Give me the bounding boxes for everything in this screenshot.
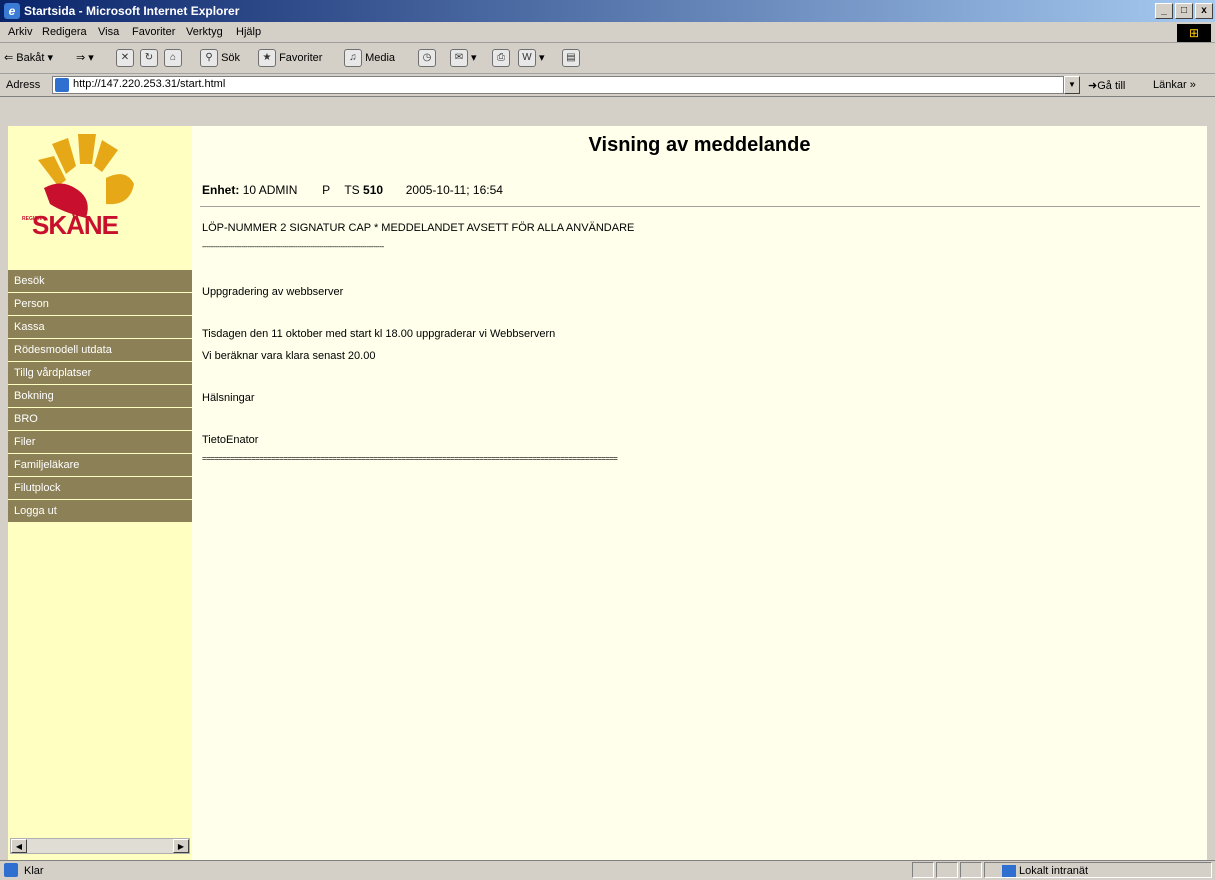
page-done-icon [4,863,18,877]
nav-item-filutplock[interactable]: Filutplock [8,477,192,499]
enhet-value: 10 ADMIN [242,183,298,197]
window-title: Startsida - Microsoft Internet Explorer [24,4,240,18]
forward-arrow-icon: ⇒ [76,52,86,64]
enhet-label: Enhet: [202,183,240,197]
nav-item-bokning[interactable]: Bokning [8,385,192,407]
menu-visa[interactable]: Visa [98,26,119,38]
discuss-icon: ▤ [562,49,580,68]
nav-item-logga-ut[interactable]: Logga ut [8,500,192,522]
page-title: Visning av meddelande [588,134,811,156]
mail-icon: ✉ [450,49,468,68]
back-arrow-icon: ⇐ [4,52,14,64]
region-skane-logo: REGION SKÅNE [22,130,152,240]
message-header-line: LÖP-NUMMER 2 SIGNATUR CAP * MEDDELANDET … [202,222,635,234]
nav-item-filer[interactable]: Filer [8,431,192,453]
address-label: Adress [6,79,41,91]
status-text: Klar [24,865,44,877]
chevron-down-icon: ▼ [1068,80,1076,89]
forward-button[interactable]: ⇒ ▾ [76,49,94,67]
page-content: REGION SKÅNE Besök Person Kassa Rödesmod… [8,126,1207,860]
status-pane [912,862,934,878]
zone-indicator: Lokalt intranät [1002,865,1088,878]
sidebar-horizontal-scrollbar[interactable]: ◀ ▶ [10,838,190,854]
intranet-icon [1002,865,1016,878]
media-button[interactable]: ♫ Media [344,49,395,68]
home-icon: ⌂ [164,49,182,68]
arrow-left-icon: ◀ [15,842,23,851]
dash-separator-long: ========================================… [202,454,618,463]
status-pane [960,862,982,878]
scroll-left-button[interactable]: ◀ [11,839,27,853]
favorites-icon: ★ [258,49,276,68]
dash-separator-short: ----------------------------------------… [202,242,384,251]
header-divider [200,206,1200,207]
menu-arkiv[interactable]: Arkiv [8,26,32,38]
page-icon [55,78,69,92]
windows-logo-icon: ⊞ [1177,24,1211,42]
menu-hjalp[interactable]: Hjälp [236,26,261,38]
nav-item-rodesmodell-utdata[interactable]: Rödesmodell utdata [8,339,192,361]
sidebar-nav: Besök Person Kassa Rödesmodell utdata Ti… [8,270,192,523]
ie-logo-icon: e [4,3,20,19]
print-icon: ⎙ [492,49,510,68]
arrow-right-icon: ▶ [177,842,185,851]
search-icon: ⚲ [200,49,218,68]
message-datetime: 2005-10-11; 16:54 [405,183,503,197]
nav-item-kassa[interactable]: Kassa [8,316,192,338]
stop-button[interactable]: ✕ [116,49,134,68]
ts-label: TS [344,183,360,197]
go-arrow-icon: ➜ [1088,80,1098,92]
toolbar: ⇐ Bakåt ▾ ⇒ ▾ ✕ ↻ ⌂ ⚲ Sök ★ Favoriter ♫ … [0,43,1215,74]
menu-bar: Arkiv Redigera Visa Favoriter Verktyg Hj… [0,22,1215,43]
history-icon: ◷ [418,49,436,68]
refresh-button[interactable]: ↻ [140,49,158,68]
status-pane [936,862,958,878]
maximize-button[interactable]: □ [1175,3,1193,19]
nav-item-besok[interactable]: Besök [8,270,192,292]
address-dropdown-button[interactable]: ▼ [1064,76,1080,94]
media-icon: ♫ [344,49,362,68]
discuss-button[interactable]: ▤ [562,49,580,68]
address-bar: Adress http://147.220.253.31/start.html … [0,74,1215,97]
status-bar: Klar Lokalt intranät [0,860,1215,880]
message-info-line: Enhet: 10 ADMIN P TS 510 2005-10-11; 16:… [202,183,503,197]
nav-item-tillg-vardplatser[interactable]: Tillg vårdplatser [8,362,192,384]
message-body-line-2: Vi beräknar vara klara senast 20.00 [202,350,376,362]
nav-item-person[interactable]: Person [8,293,192,315]
nav-item-familjelakare[interactable]: Familjeläkare [8,454,192,476]
refresh-icon: ↻ [140,49,158,68]
menu-verktyg[interactable]: Verktyg [186,26,223,38]
message-signature: TietoEnator [202,434,259,446]
minimize-button[interactable]: _ [1155,3,1173,19]
message-view: Visning av meddelande Enhet: 10 ADMIN P … [192,126,1207,860]
sidebar: REGION SKÅNE Besök Person Kassa Rödesmod… [8,126,192,860]
links-button[interactable]: Länkar » [1153,79,1196,91]
edit-button[interactable]: W ▾ [518,49,545,68]
search-button[interactable]: ⚲ Sök [200,49,240,68]
message-subject: Uppgradering av webbserver [202,286,344,298]
favorites-button[interactable]: ★ Favoriter [258,49,322,68]
history-button[interactable]: ◷ [418,49,436,68]
scroll-right-button[interactable]: ▶ [173,839,189,853]
mail-button[interactable]: ✉ ▾ [450,49,477,68]
back-button[interactable]: ⇐ Bakåt ▾ [4,49,53,67]
home-button[interactable]: ⌂ [164,49,182,68]
go-button[interactable]: ➜Gå till [1088,79,1125,92]
edit-icon: W [518,49,536,68]
message-greeting: Hälsningar [202,392,255,404]
close-button[interactable]: x [1195,3,1213,19]
message-body-line-1: Tisdagen den 11 oktober med start kl 18.… [202,328,556,340]
address-input[interactable]: http://147.220.253.31/start.html [52,76,1064,94]
logo-skane-text: SKÅNE [32,210,119,240]
nav-item-bro[interactable]: BRO [8,408,192,430]
address-url: http://147.220.253.31/start.html [73,78,226,90]
menu-favoriter[interactable]: Favoriter [132,26,175,38]
menu-redigera[interactable]: Redigera [42,26,87,38]
print-button[interactable]: ⎙ [492,49,510,68]
window-controls: _ □ x [1153,3,1213,19]
stop-icon: ✕ [116,49,134,68]
window-titlebar: e Startsida - Microsoft Internet Explore… [0,0,1215,22]
ts-value: 510 [363,183,384,197]
p-label: P [322,183,330,197]
